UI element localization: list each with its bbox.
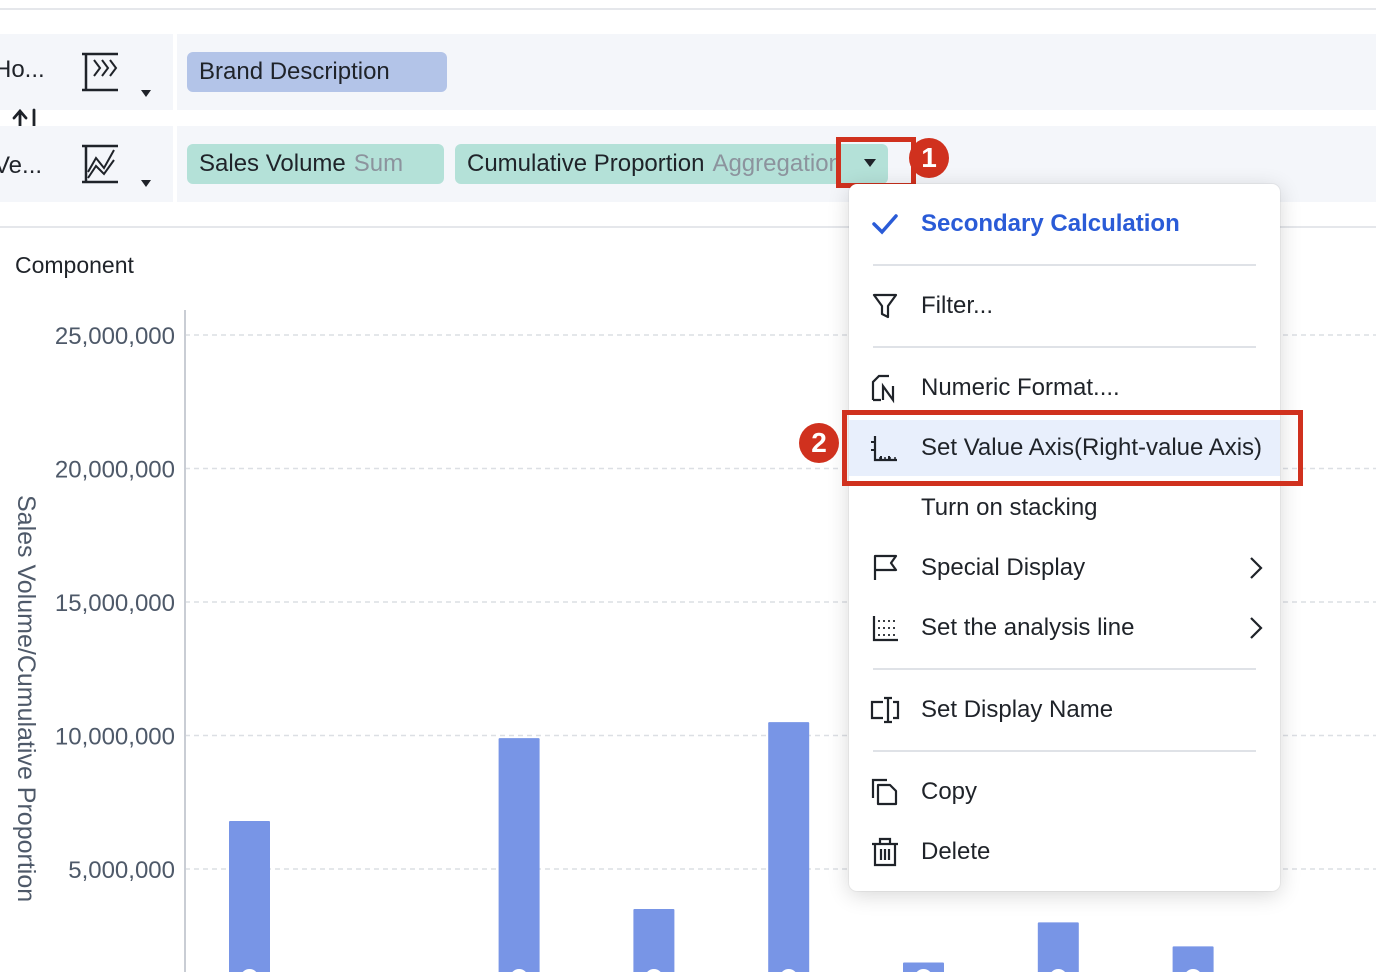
- component-title: Component: [15, 252, 134, 278]
- menu-item-turn-on-stacking[interactable]: Turn on stacking: [849, 480, 1280, 536]
- menu-item-set-display-name[interactable]: Set Display Name: [849, 682, 1280, 738]
- menu-separator: [873, 668, 1256, 670]
- chart-type-vertical-caret-icon[interactable]: [141, 180, 151, 187]
- menu-item-delete[interactable]: Delete: [849, 824, 1280, 880]
- measure-pill-cumulative-proportion[interactable]: Cumulative Proportion Aggregation: [455, 144, 888, 184]
- top-divider: [0, 8, 1376, 10]
- rename-icon: [870, 696, 900, 724]
- shelf-divider: [173, 126, 177, 202]
- chevron-right-icon: [1250, 617, 1263, 639]
- menu-item-filter[interactable]: Filter...: [849, 278, 1280, 334]
- menu-item-set-analysis-line[interactable]: Set the analysis line: [849, 600, 1280, 656]
- menu-item-secondary-calculation[interactable]: Secondary Calculation: [849, 196, 1280, 252]
- menu-item-copy[interactable]: Copy: [849, 764, 1280, 820]
- pill-label: Brand Description: [199, 58, 390, 85]
- pill-label: Sales Volume: [199, 150, 346, 177]
- trash-icon: [872, 837, 898, 867]
- bar: [768, 722, 810, 972]
- chart-type-horizontal-caret-icon[interactable]: [141, 90, 151, 97]
- annotation-badge-2: 2: [799, 423, 839, 463]
- menu-item-special-display[interactable]: Special Display: [849, 540, 1280, 596]
- y-tick-label: 5,000,000: [68, 857, 175, 884]
- menu-separator: [873, 750, 1256, 752]
- menu-item-numeric-format[interactable]: Numeric Format....: [849, 360, 1280, 416]
- annotation-box-1: [836, 137, 916, 188]
- pill-label: Cumulative Proportion: [467, 150, 705, 177]
- copy-icon: [871, 778, 898, 806]
- y-axis-title: Sales Volume/Cumulative Proportion: [12, 495, 40, 903]
- shelf-label-vertical: Ve...: [0, 152, 43, 179]
- shelf-label-horizontal: Ho...: [0, 56, 45, 83]
- flag-icon: [873, 554, 898, 580]
- bar: [1037, 922, 1079, 972]
- pill-aggregation: Sum: [353, 150, 404, 177]
- dimension-pill-brand-description[interactable]: Brand Description: [187, 52, 447, 92]
- chevron-right-icon: [1250, 557, 1263, 579]
- y-tick-label: 20,000,000: [55, 457, 175, 484]
- check-icon: [872, 214, 898, 235]
- filter-icon: [872, 293, 898, 319]
- y-tick-label: 25,000,000: [55, 323, 175, 350]
- bar: [633, 909, 675, 972]
- numeric-format-icon: [871, 374, 895, 404]
- chart-type-vertical-icon[interactable]: [78, 142, 122, 186]
- menu-separator: [873, 346, 1256, 348]
- horizontal-axis-shelf: Ho... Brand Description: [0, 34, 1376, 110]
- measure-pill-sales-volume[interactable]: Sales Volume Sum: [187, 144, 444, 184]
- bar: [1172, 946, 1214, 972]
- bar: [498, 738, 540, 972]
- bar: [229, 820, 270, 972]
- menu-separator: [873, 264, 1256, 266]
- y-tick-label: 15,000,000: [55, 590, 175, 617]
- chart-type-horizontal-icon[interactable]: [78, 50, 122, 94]
- shelf-divider: [173, 34, 177, 110]
- annotation-box-2: [842, 410, 1303, 486]
- annotation-badge-1: 1: [909, 138, 949, 178]
- y-tick-label: 10,000,000: [55, 724, 175, 751]
- pill-aggregation: Aggregation: [712, 150, 842, 177]
- analysis-line-icon: [872, 616, 898, 642]
- field-context-menu: Secondary Calculation Filter... Numeric …: [849, 184, 1280, 891]
